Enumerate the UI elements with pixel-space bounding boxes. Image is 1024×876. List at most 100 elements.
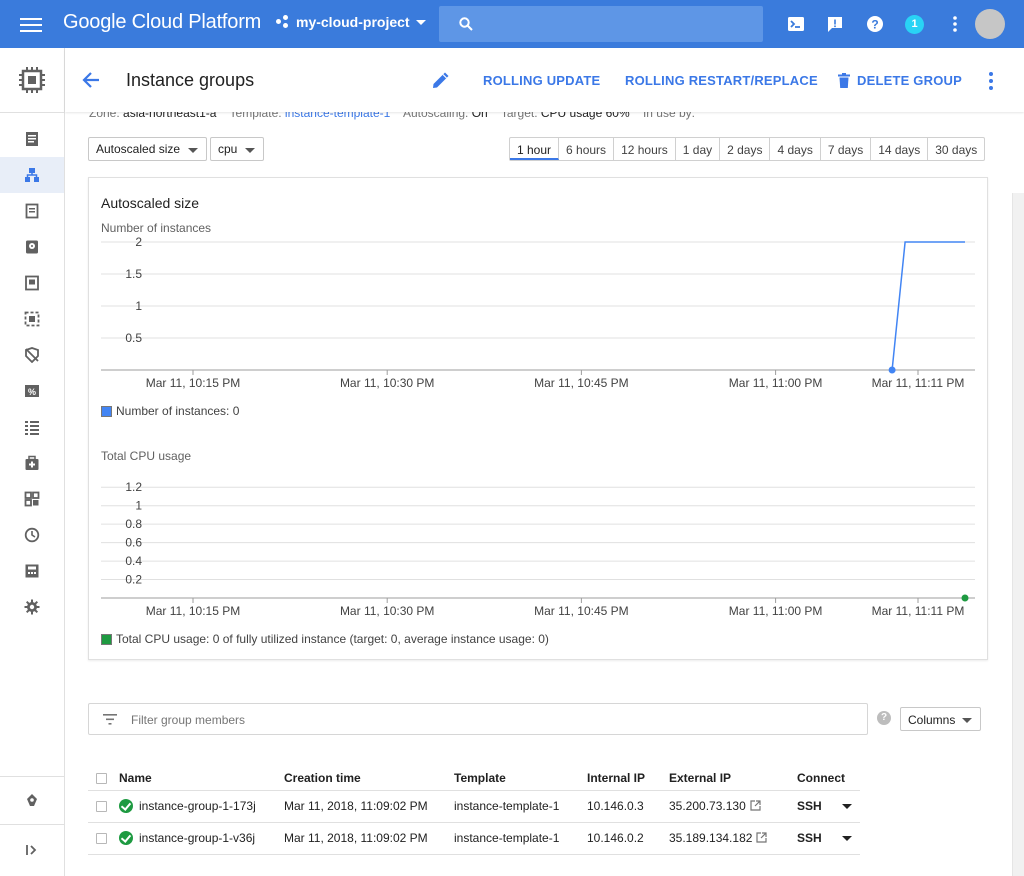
row-checkbox[interactable] bbox=[96, 801, 107, 813]
nav-instance-groups[interactable] bbox=[0, 157, 64, 193]
metric-select[interactable]: Autoscaled size bbox=[88, 137, 208, 161]
range-1-day[interactable]: 1 day bbox=[676, 138, 721, 160]
project-selector[interactable]: my-cloud-project bbox=[276, 14, 426, 30]
feedback-icon[interactable] bbox=[825, 14, 845, 34]
range-1-hour[interactable]: 1 hour bbox=[510, 138, 560, 160]
delete-group-button[interactable]: DELETE GROUP bbox=[857, 73, 962, 88]
nav-disks[interactable] bbox=[0, 229, 64, 265]
security-scans-icon bbox=[25, 564, 39, 578]
col-creation-time[interactable]: Creation time bbox=[284, 766, 454, 791]
search-bar[interactable] bbox=[439, 6, 763, 42]
help-icon[interactable]: ? bbox=[865, 14, 885, 34]
range-6-hours[interactable]: 6 hours bbox=[559, 138, 615, 160]
ssh-dropdown-icon[interactable] bbox=[841, 836, 852, 842]
marketplace-icon bbox=[27, 794, 37, 806]
y-tick-label: 0.6 bbox=[125, 536, 142, 550]
filter-icon bbox=[103, 714, 117, 725]
columns-button[interactable]: Columns bbox=[900, 707, 981, 731]
rolling-update-button[interactable]: ROLLING UPDATE bbox=[483, 73, 600, 88]
nav-settings[interactable] bbox=[0, 589, 64, 625]
help-icon[interactable]: ? bbox=[877, 711, 891, 725]
cpu-chart-title: Total CPU usage bbox=[101, 449, 192, 463]
back-arrow-icon[interactable] bbox=[81, 70, 101, 90]
nav-vm-instances[interactable] bbox=[0, 121, 64, 157]
range-30-days[interactable]: 30 days bbox=[928, 138, 984, 160]
tpus-icon bbox=[25, 347, 39, 363]
instance-name-link[interactable]: instance-group-1-v36j bbox=[139, 831, 255, 845]
external-link-icon[interactable] bbox=[750, 800, 761, 811]
project-icon bbox=[276, 15, 290, 29]
template-link[interactable]: instance-template-1 bbox=[285, 112, 390, 120]
instance-templates-icon bbox=[25, 203, 39, 219]
zones-icon bbox=[24, 491, 40, 507]
template-label: Template: bbox=[229, 112, 282, 120]
chevron-down-icon bbox=[188, 148, 199, 153]
account-avatar[interactable] bbox=[975, 9, 1005, 39]
menu-icon[interactable] bbox=[20, 14, 42, 34]
nav-zones[interactable] bbox=[0, 481, 64, 517]
filter-input[interactable] bbox=[131, 710, 831, 730]
chevron-down-icon bbox=[962, 718, 972, 723]
external-ip-link[interactable]: 35.200.73.130 bbox=[669, 799, 746, 813]
row-checkbox[interactable] bbox=[96, 833, 107, 845]
more-vert-icon[interactable] bbox=[945, 14, 965, 34]
range-14-days[interactable]: 14 days bbox=[871, 138, 929, 160]
ssh-button[interactable]: SSH bbox=[797, 799, 822, 813]
y-tick-label: 2 bbox=[135, 235, 142, 249]
rolling-restart-button[interactable]: ROLLING RESTART/REPLACE bbox=[625, 73, 818, 88]
range-7-days[interactable]: 7 days bbox=[821, 138, 872, 160]
y-tick-label: 0.2 bbox=[125, 573, 142, 587]
compute-engine-icon[interactable] bbox=[18, 66, 46, 94]
nav-metadata[interactable] bbox=[0, 409, 64, 445]
table-header-row: Name Creation time Template Internal IP … bbox=[88, 766, 860, 791]
top-app-bar: Google Cloud Platform my-cloud-project ?… bbox=[0, 0, 1024, 48]
nav-health-checks[interactable] bbox=[0, 445, 64, 481]
nav-marketplace[interactable] bbox=[0, 783, 64, 819]
x-tick-label: Mar 11, 10:30 PM bbox=[340, 376, 435, 390]
col-external-ip[interactable]: External IP bbox=[669, 766, 797, 791]
creation-time: Mar 11, 2018, 11:09:02 PM bbox=[284, 790, 454, 823]
internal-ip: 10.146.0.3 bbox=[587, 790, 669, 823]
nav-snapshots[interactable] bbox=[0, 265, 64, 301]
external-ip-link[interactable]: 35.189.134.182 bbox=[669, 831, 752, 845]
instance-name-link[interactable]: instance-group-1-173j bbox=[139, 799, 256, 813]
col-template[interactable]: Template bbox=[454, 766, 587, 791]
col-connect[interactable]: Connect bbox=[797, 766, 860, 791]
time-range-selector: 1 hour 6 hours 12 hours 1 day 2 days 4 d… bbox=[509, 137, 986, 161]
x-tick-label: Mar 11, 10:15 PM bbox=[146, 604, 241, 618]
more-actions-icon[interactable] bbox=[988, 72, 994, 90]
col-internal-ip[interactable]: Internal IP bbox=[587, 766, 669, 791]
y-tick-label: 0.4 bbox=[125, 554, 142, 568]
range-4-days[interactable]: 4 days bbox=[770, 138, 821, 160]
edit-pencil-icon[interactable] bbox=[431, 70, 451, 90]
brand-title[interactable]: Google Cloud Platform bbox=[63, 11, 261, 34]
scrollbar[interactable] bbox=[1012, 193, 1024, 876]
ssh-dropdown-icon[interactable] bbox=[841, 804, 852, 810]
select-all-checkbox[interactable] bbox=[96, 773, 107, 785]
nav-tpus[interactable] bbox=[0, 337, 64, 373]
cloud-shell-icon[interactable] bbox=[786, 14, 806, 34]
y-tick-label: 1 bbox=[135, 499, 142, 513]
notifications-badge[interactable]: 1 bbox=[905, 15, 924, 34]
nav-committed-use[interactable]: % bbox=[0, 373, 64, 409]
nav-images[interactable] bbox=[0, 301, 64, 337]
ssh-button[interactable]: SSH bbox=[797, 831, 822, 845]
range-12-hours[interactable]: 12 hours bbox=[614, 138, 676, 160]
external-link-icon[interactable] bbox=[756, 832, 768, 843]
monitoring-card: Autoscaled size Number of instances 2 1.5… bbox=[88, 177, 988, 660]
range-2-days[interactable]: 2 days bbox=[720, 138, 771, 160]
instances-legend-swatch bbox=[101, 405, 112, 417]
collapse-icon bbox=[26, 845, 37, 855]
nav-instance-templates[interactable] bbox=[0, 193, 64, 229]
delete-icon[interactable] bbox=[838, 73, 850, 88]
cpu-legend: Total CPU usage: 0 of fully utilized ins… bbox=[101, 632, 549, 646]
resource-select[interactable]: cpu bbox=[210, 137, 265, 161]
status-ok-icon bbox=[119, 831, 133, 846]
y-tick-label: 1 bbox=[135, 299, 142, 313]
nav-collapse[interactable] bbox=[0, 832, 64, 868]
operations-icon bbox=[24, 527, 40, 543]
nav-security-scans[interactable] bbox=[0, 553, 64, 589]
nav-operations[interactable] bbox=[0, 517, 64, 553]
col-name[interactable]: Name bbox=[119, 766, 284, 791]
x-tick-label: Mar 11, 11:00 PM bbox=[729, 376, 823, 390]
